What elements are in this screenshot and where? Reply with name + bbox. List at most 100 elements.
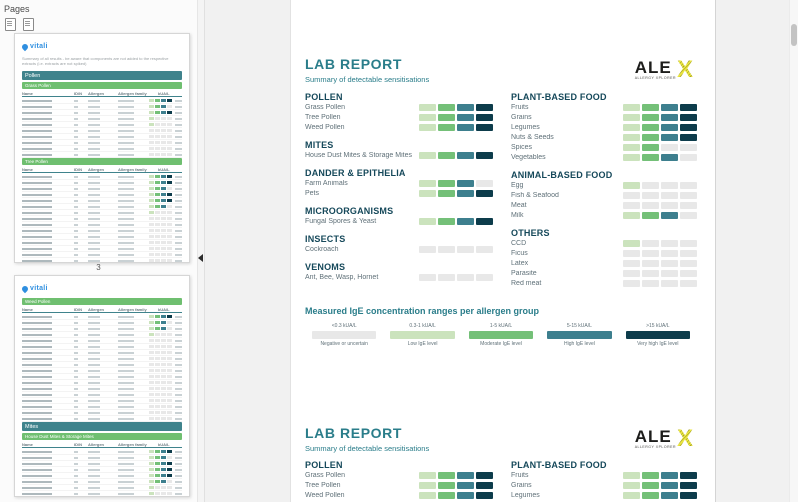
row-name-placeholder: [22, 405, 52, 408]
row-name-placeholder: [22, 462, 52, 465]
ige-level-bar: [623, 191, 697, 199]
mini-level-block-none: [161, 399, 166, 402]
sidebar-collapse-icon[interactable]: [198, 254, 203, 262]
lab-report-subtitle: Summary of detectable sensitisations: [305, 444, 430, 453]
legend-item: 1-5 kUA/L Moderate IgE level: [462, 323, 540, 347]
mini-ige-level-bar: [149, 117, 172, 120]
row-allergen-placeholder: [88, 147, 100, 150]
mini-ige-level-bar: [149, 474, 172, 477]
row-name-placeholder: [22, 450, 52, 453]
page-thumbnail-4[interactable]: vitali Weed Pollen Name ID/N Allergen Allerge…: [14, 275, 190, 497]
level-block-none: [642, 181, 659, 189]
level-block-none: [680, 269, 697, 277]
level-block-very_high: [680, 123, 697, 131]
mini-level-block-low: [149, 111, 154, 114]
level-block-low: [623, 491, 640, 499]
row-name-placeholder: [22, 333, 52, 336]
allergen-row: Vegetables: [511, 152, 697, 162]
row-allergen-placeholder: [88, 241, 100, 244]
sidebar-resize-divider[interactable]: [197, 0, 205, 502]
level-block-none: [661, 201, 678, 209]
row-allergen-placeholder: [88, 123, 100, 126]
mini-level-block-none: [155, 387, 160, 390]
mini-level-block-high: [161, 111, 166, 114]
row-value-placeholder: [175, 117, 182, 120]
document-page: Total IgE result: 2104 kU/L Reference ra…: [290, 0, 716, 502]
row-allergen-placeholder: [88, 450, 100, 453]
row-name-placeholder: [22, 141, 52, 144]
level-block-none: [642, 239, 659, 247]
row-allergen-placeholder: [88, 129, 100, 132]
mini-ige-level-bar: [149, 105, 172, 108]
legend-label: Negative or uncertain: [320, 341, 368, 347]
legend-item: <0.3 kUA/L Negative or uncertain: [305, 323, 383, 347]
row-family-placeholder: [118, 492, 134, 495]
ige-level-bar: [623, 201, 697, 209]
level-block-moderate: [438, 189, 455, 197]
ige-reference-line2: Adults < 100 kU/L: [522, 396, 563, 402]
row-id-placeholder: [74, 456, 78, 459]
mini-ige-level-bar: [149, 187, 172, 190]
mini-level-block-none: [155, 411, 160, 414]
allergen-group-heading: INSECTS: [305, 234, 346, 244]
vitali-logo: vitali: [20, 284, 182, 293]
row-family-placeholder: [118, 117, 134, 120]
mini-ige-level-bar: [149, 193, 172, 196]
scrollbar-thumb[interactable]: [791, 24, 797, 46]
page-thumbnail-icon[interactable]: [23, 18, 34, 31]
row-name-placeholder: [22, 474, 52, 477]
row-id-placeholder: [74, 205, 78, 208]
row-value-placeholder: [175, 411, 182, 414]
mini-level-block-low: [149, 333, 154, 336]
ige-level-bar: [419, 179, 493, 187]
row-value-placeholder: [175, 247, 182, 250]
row-id-placeholder: [74, 462, 78, 465]
level-block-moderate: [438, 179, 455, 187]
allergen-label: Milk: [511, 211, 524, 219]
row-allergen-placeholder: [88, 492, 100, 495]
ige-level-bar: [623, 259, 697, 267]
allergen-group: POLLEN Grass Pollen Tree Pollen Weed Pollen: [305, 460, 493, 500]
ige-level-bar: [623, 481, 697, 489]
row-id-placeholder: [74, 375, 78, 378]
level-block-none: [661, 239, 678, 247]
row-family-placeholder: [118, 468, 134, 471]
thumbnail-group-band: Pollen: [22, 71, 182, 80]
level-block-none: [623, 269, 640, 277]
mini-level-block-very_high: [167, 181, 172, 184]
lab-report-title: LAB REPORT: [305, 425, 402, 441]
mini-level-block-none: [149, 135, 154, 138]
row-value-placeholder: [175, 417, 182, 420]
mini-level-block-high: [161, 327, 166, 330]
ige-level-bar: [623, 249, 697, 257]
level-block-moderate: [642, 113, 659, 121]
level-block-none: [642, 201, 659, 209]
row-name-placeholder: [22, 339, 52, 342]
level-block-low: [623, 153, 640, 161]
mini-level-block-none: [167, 411, 172, 414]
mini-ige-level-bar: [149, 321, 172, 324]
page-thumbnail-icon[interactable]: [5, 18, 16, 31]
row-value-placeholder: [175, 253, 182, 256]
vitali-logo-text: vitali: [30, 43, 48, 50]
ige-level-bar: [623, 181, 697, 189]
level-block-low: [623, 239, 640, 247]
row-id-placeholder: [74, 105, 78, 108]
mini-level-block-none: [161, 135, 166, 138]
total-ige-result: Total IgE result: 2104 kU/L: [317, 19, 497, 35]
level-block-moderate: [642, 133, 659, 141]
allergen-group: INSECTS Cockroach: [305, 234, 493, 254]
mini-ige-level-bar: [149, 375, 172, 378]
row-value-placeholder: [175, 153, 182, 156]
level-block-low: [623, 103, 640, 111]
allergen-label: Parasite: [511, 269, 537, 277]
vertical-scrollbar[interactable]: [789, 0, 798, 502]
ige-level-bar: [419, 217, 493, 225]
mini-ige-level-bar: [149, 181, 172, 184]
allergen-group-heading: VENOMS: [305, 262, 346, 272]
page-thumbnail-3[interactable]: vitali Summary of all results - be aware …: [14, 33, 190, 263]
level-block-very_high: [476, 217, 493, 225]
level-block-high: [661, 133, 678, 141]
allergen-row: Ficus: [511, 248, 697, 258]
row-id-placeholder: [74, 393, 78, 396]
